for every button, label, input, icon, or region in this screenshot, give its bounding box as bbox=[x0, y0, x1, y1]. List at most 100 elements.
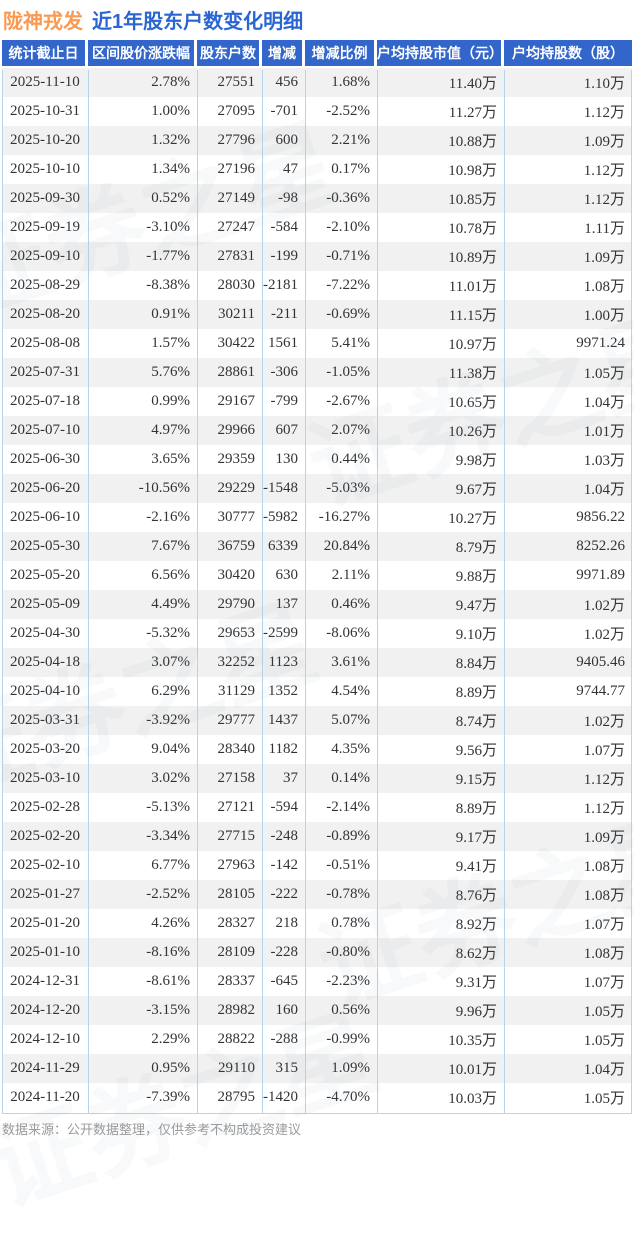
cell-date: 2025-03-31 bbox=[2, 706, 88, 735]
cell-avg-market-value: 10.85万 bbox=[377, 184, 504, 213]
cell-change: 456 bbox=[262, 68, 305, 97]
cell-change-ratio: -0.71% bbox=[305, 242, 377, 271]
table-row: 2025-04-18 3.07% 32252 1123 3.61% 8.84万 9405.4… bbox=[2, 648, 632, 677]
table-row: 2024-11-29 0.95% 29110 315 1.09% 10.01万 1.04万 bbox=[2, 1054, 632, 1083]
cell-change-ratio: 4.54% bbox=[305, 677, 377, 706]
cell-holder-count: 28340 bbox=[197, 735, 262, 764]
cell-avg-shares: 1.03万 bbox=[504, 445, 632, 474]
cell-avg-shares: 1.05万 bbox=[504, 1025, 632, 1054]
cell-change-ratio: 3.61% bbox=[305, 648, 377, 677]
cell-date: 2025-08-08 bbox=[2, 329, 88, 358]
cell-price-change: 0.52% bbox=[88, 184, 197, 213]
cell-change: 607 bbox=[262, 416, 305, 445]
column-header: 增减 bbox=[262, 40, 305, 68]
cell-change: 315 bbox=[262, 1054, 305, 1083]
cell-avg-shares: 1.05万 bbox=[504, 996, 632, 1025]
cell-avg-shares: 1.09万 bbox=[504, 126, 632, 155]
cell-change: -5982 bbox=[262, 503, 305, 532]
shareholder-table-wrap: 统计截止日 区间股价涨跌幅 股东户数 增减 增减比例 户均持股市值（元） 户均持股数（股） … bbox=[2, 40, 632, 1114]
cell-change-ratio: 0.17% bbox=[305, 155, 377, 184]
cell-price-change: 2.29% bbox=[88, 1025, 197, 1054]
cell-change-ratio: -2.23% bbox=[305, 967, 377, 996]
table-row: 2025-07-31 5.76% 28861 -306 -1.05% 11.38万 1.05… bbox=[2, 358, 632, 387]
table-row: 2024-12-20 -3.15% 28982 160 0.56% 9.96万 1.05万 bbox=[2, 996, 632, 1025]
cell-avg-market-value: 8.89万 bbox=[377, 677, 504, 706]
table-row: 2025-05-09 4.49% 29790 137 0.46% 9.47万 1.02万 bbox=[2, 590, 632, 619]
cell-change-ratio: 20.84% bbox=[305, 532, 377, 561]
cell-change-ratio: 0.56% bbox=[305, 996, 377, 1025]
cell-avg-shares: 1.10万 bbox=[504, 68, 632, 97]
cell-change-ratio: 2.11% bbox=[305, 561, 377, 590]
cell-date: 2025-02-10 bbox=[2, 851, 88, 880]
cell-date: 2025-07-18 bbox=[2, 387, 88, 416]
cell-change: -701 bbox=[262, 97, 305, 126]
cell-date: 2025-04-18 bbox=[2, 648, 88, 677]
cell-price-change: -10.56% bbox=[88, 474, 197, 503]
cell-price-change: 2.78% bbox=[88, 68, 197, 97]
table-row: 2025-04-10 6.29% 31129 1352 4.54% 8.89万 9744.7… bbox=[2, 677, 632, 706]
cell-avg-shares: 1.04万 bbox=[504, 387, 632, 416]
cell-change-ratio: -0.69% bbox=[305, 300, 377, 329]
cell-avg-market-value: 10.26万 bbox=[377, 416, 504, 445]
table-row: 2025-05-20 6.56% 30420 630 2.11% 9.88万 9971.89 bbox=[2, 561, 632, 590]
cell-price-change: -8.38% bbox=[88, 271, 197, 300]
cell-avg-market-value: 8.84万 bbox=[377, 648, 504, 677]
cell-change-ratio: -0.89% bbox=[305, 822, 377, 851]
cell-price-change: -3.10% bbox=[88, 213, 197, 242]
cell-avg-shares: 1.11万 bbox=[504, 213, 632, 242]
table-row: 2025-08-29 -8.38% 28030 -2181 -7.22% 11.01万 1.… bbox=[2, 271, 632, 300]
table-row: 2024-12-10 2.29% 28822 -288 -0.99% 10.35万 1.05… bbox=[2, 1025, 632, 1054]
cell-change-ratio: 2.21% bbox=[305, 126, 377, 155]
cell-change-ratio: -0.78% bbox=[305, 880, 377, 909]
cell-date: 2025-01-20 bbox=[2, 909, 88, 938]
cell-change: -2181 bbox=[262, 271, 305, 300]
cell-avg-market-value: 10.97万 bbox=[377, 329, 504, 358]
cell-change: -142 bbox=[262, 851, 305, 880]
cell-avg-shares: 9856.22 bbox=[504, 503, 632, 532]
table-row: 2025-07-18 0.99% 29167 -799 -2.67% 10.65万 1.04… bbox=[2, 387, 632, 416]
column-header: 区间股价涨跌幅 bbox=[88, 40, 197, 68]
cell-date: 2025-03-10 bbox=[2, 764, 88, 793]
cell-holder-count: 28982 bbox=[197, 996, 262, 1025]
cell-price-change: 5.76% bbox=[88, 358, 197, 387]
cell-avg-shares: 1.09万 bbox=[504, 822, 632, 851]
cell-date: 2025-02-28 bbox=[2, 793, 88, 822]
cell-holder-count: 29790 bbox=[197, 590, 262, 619]
cell-change: 1123 bbox=[262, 648, 305, 677]
cell-date: 2024-11-29 bbox=[2, 1054, 88, 1083]
cell-price-change: 3.02% bbox=[88, 764, 197, 793]
cell-holder-count: 27149 bbox=[197, 184, 262, 213]
table-row: 2025-06-30 3.65% 29359 130 0.44% 9.98万 1.03万 bbox=[2, 445, 632, 474]
cell-avg-market-value: 9.96万 bbox=[377, 996, 504, 1025]
cell-price-change: 6.56% bbox=[88, 561, 197, 590]
cell-avg-market-value: 11.38万 bbox=[377, 358, 504, 387]
cell-date: 2025-02-20 bbox=[2, 822, 88, 851]
cell-change-ratio: -2.67% bbox=[305, 387, 377, 416]
cell-holder-count: 28861 bbox=[197, 358, 262, 387]
cell-change-ratio: -5.03% bbox=[305, 474, 377, 503]
cell-price-change: -2.52% bbox=[88, 880, 197, 909]
column-header: 统计截止日 bbox=[2, 40, 88, 68]
table-row: 2025-07-10 4.97% 29966 607 2.07% 10.26万 1.01万 bbox=[2, 416, 632, 445]
cell-change-ratio: -2.52% bbox=[305, 97, 377, 126]
cell-date: 2025-07-31 bbox=[2, 358, 88, 387]
cell-change: -288 bbox=[262, 1025, 305, 1054]
table-row: 2025-08-20 0.91% 30211 -211 -0.69% 11.15万 1.00… bbox=[2, 300, 632, 329]
cell-price-change: 6.29% bbox=[88, 677, 197, 706]
cell-holder-count: 30422 bbox=[197, 329, 262, 358]
cell-price-change: 3.07% bbox=[88, 648, 197, 677]
table-row: 2025-10-10 1.34% 27196 47 0.17% 10.98万 1.12万 bbox=[2, 155, 632, 184]
cell-holder-count: 28105 bbox=[197, 880, 262, 909]
cell-avg-market-value: 8.74万 bbox=[377, 706, 504, 735]
table-row: 2025-02-28 -5.13% 27121 -594 -2.14% 8.89万 1.12… bbox=[2, 793, 632, 822]
cell-date: 2025-09-30 bbox=[2, 184, 88, 213]
cell-avg-shares: 1.05万 bbox=[504, 358, 632, 387]
cell-change-ratio: 0.14% bbox=[305, 764, 377, 793]
table-header-row: 统计截止日 区间股价涨跌幅 股东户数 增减 增减比例 户均持股市值（元） 户均持股数（股） bbox=[2, 40, 632, 68]
cell-avg-shares: 1.04万 bbox=[504, 1054, 632, 1083]
cell-change-ratio: -2.10% bbox=[305, 213, 377, 242]
table-row: 2025-09-19 -3.10% 27247 -584 -2.10% 10.78万 1.1… bbox=[2, 213, 632, 242]
cell-change: 1352 bbox=[262, 677, 305, 706]
cell-price-change: 1.34% bbox=[88, 155, 197, 184]
cell-avg-market-value: 9.56万 bbox=[377, 735, 504, 764]
